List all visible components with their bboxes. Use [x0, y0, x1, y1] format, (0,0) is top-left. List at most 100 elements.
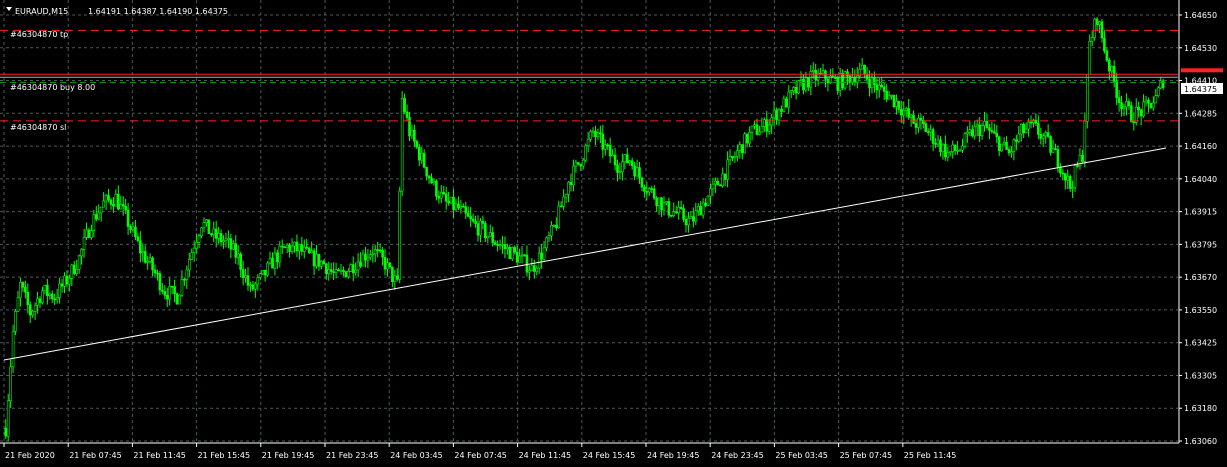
candle-body — [892, 94, 896, 107]
candle-body — [880, 84, 884, 88]
candle-body — [785, 98, 788, 108]
candle-body — [853, 77, 857, 83]
candle-body — [748, 132, 751, 144]
candle-body — [765, 119, 769, 132]
candle-body — [302, 246, 306, 252]
candle-body — [432, 180, 436, 184]
candle-body — [885, 90, 888, 100]
candle-body — [523, 254, 526, 257]
candle-body — [510, 247, 514, 260]
candle-body — [28, 304, 32, 316]
candle-body — [234, 243, 238, 258]
candle-body — [452, 196, 455, 210]
candle-body — [1095, 18, 1099, 25]
candle-body — [557, 205, 561, 228]
candle-body — [187, 258, 191, 271]
candle-body — [1083, 120, 1087, 162]
candle-body — [440, 192, 443, 199]
candle-body — [459, 205, 463, 209]
candle-body — [902, 110, 906, 116]
time-tick-label: 24 Feb 11:45 — [519, 451, 571, 460]
candle-body — [190, 252, 194, 260]
candle-body — [726, 159, 729, 180]
candle-body — [723, 173, 727, 180]
candle-body — [454, 203, 458, 210]
candle-body — [811, 69, 815, 72]
candle-body — [919, 117, 923, 121]
candle-body — [68, 278, 71, 285]
candle-body — [276, 252, 279, 263]
candle-body — [112, 204, 115, 207]
candle-body — [94, 214, 98, 220]
candle-body — [515, 251, 519, 263]
candle-body — [657, 197, 661, 207]
candle-body — [1071, 187, 1074, 189]
candle-body — [90, 230, 93, 238]
candle-body — [334, 269, 338, 273]
candle-body — [129, 226, 132, 230]
candle-body — [14, 311, 17, 332]
candle-body — [836, 77, 840, 91]
candle-body — [591, 130, 595, 133]
candle-body — [1125, 101, 1128, 108]
candle-body — [508, 247, 512, 260]
candle-body — [175, 293, 179, 305]
candle-body — [278, 245, 282, 263]
candle-body — [141, 251, 145, 254]
candle-body — [606, 144, 610, 147]
candle-body — [782, 98, 786, 112]
candle-body — [420, 152, 424, 161]
candle-body — [611, 154, 614, 157]
candle-body — [70, 264, 74, 279]
candle-body — [736, 150, 739, 157]
candle-body — [807, 77, 810, 88]
candle-body — [481, 220, 485, 224]
candle-body — [577, 162, 580, 165]
candle-body — [366, 256, 370, 261]
candle-body — [295, 241, 299, 252]
candle-body — [586, 138, 590, 147]
candle-body — [369, 254, 372, 258]
candle-body — [924, 123, 928, 132]
price-chart[interactable]: 1.646501.645301.644101.642851.641601.640… — [0, 0, 1227, 467]
candle-body — [616, 164, 619, 173]
candle-body — [31, 310, 34, 316]
candle-body — [356, 261, 360, 271]
candle-body — [1134, 106, 1138, 123]
candle-body — [542, 247, 546, 260]
candle-body — [72, 264, 76, 275]
candle-body — [491, 232, 494, 243]
candle-body — [1152, 102, 1155, 109]
candle-body — [376, 249, 379, 251]
candle-body — [339, 269, 343, 272]
candle-body — [131, 226, 135, 230]
candle-body — [219, 233, 223, 243]
candle-body — [694, 210, 698, 222]
candle-body — [718, 184, 722, 187]
candle-body — [1027, 121, 1030, 130]
candle-body — [540, 252, 543, 260]
candle-body — [589, 131, 592, 140]
candle-body — [1108, 60, 1111, 72]
candle-body — [912, 114, 915, 124]
candle-body — [43, 284, 47, 292]
candle-body — [476, 223, 480, 236]
candle-body — [1002, 141, 1006, 145]
candle-body — [897, 100, 901, 110]
candle-body — [753, 124, 756, 127]
candle-body — [601, 133, 605, 150]
candle-body — [36, 298, 39, 306]
candle-body — [689, 216, 693, 219]
candle-body — [11, 331, 15, 368]
candle-body — [503, 244, 507, 250]
candle-body — [948, 151, 952, 153]
candle-body — [890, 94, 893, 97]
candle-body — [200, 227, 203, 237]
price-tick-label: 1.63180 — [1184, 404, 1217, 413]
candle-body — [1093, 18, 1096, 38]
candle-body — [26, 291, 30, 306]
candle-body — [347, 271, 350, 278]
candle-body — [772, 109, 776, 119]
price-tick-label: 1.64530 — [1184, 44, 1217, 53]
candle-body — [325, 263, 328, 275]
